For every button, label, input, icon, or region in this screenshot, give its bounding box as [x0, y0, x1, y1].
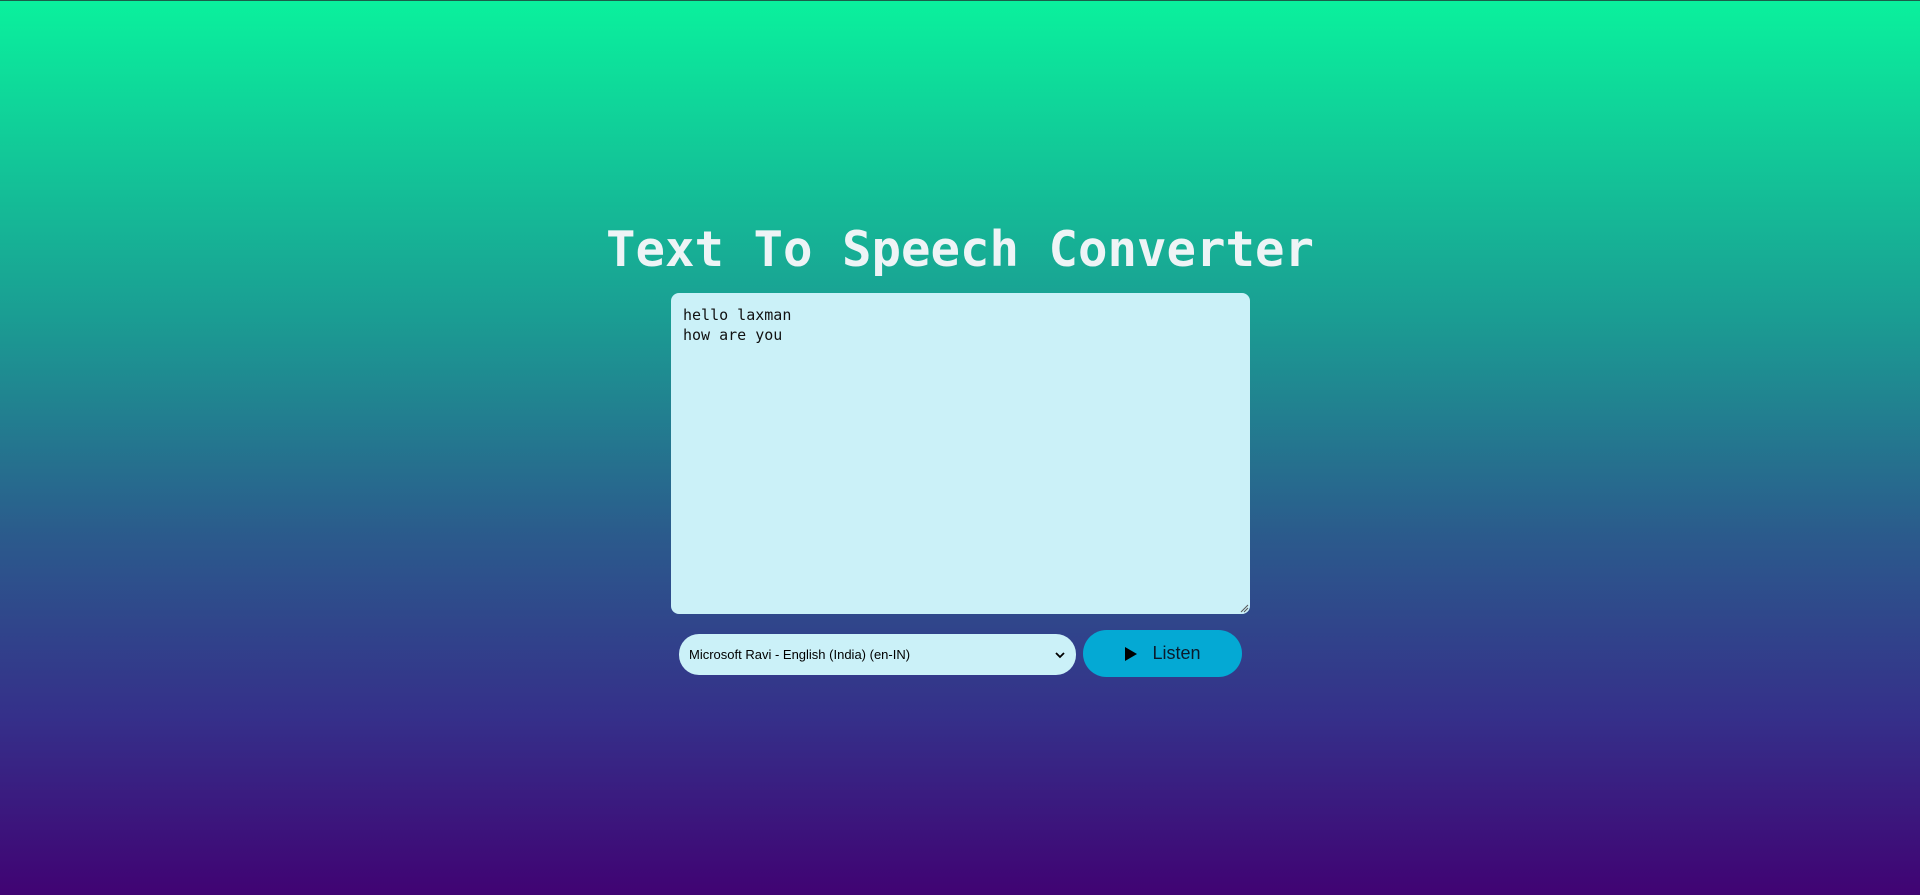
app-container: Text To Speech Converter hello laxman ho…: [0, 0, 1920, 895]
play-icon: [1124, 646, 1138, 662]
chevron-down-icon: [1054, 649, 1066, 661]
listen-button[interactable]: Listen: [1083, 630, 1242, 677]
page-title: Text To Speech Converter: [605, 221, 1314, 278]
voice-select[interactable]: Microsoft Ravi - English (India) (en-IN): [679, 634, 1076, 675]
text-input[interactable]: hello laxman how are you: [671, 293, 1250, 614]
resize-grip-icon[interactable]: [1240, 604, 1249, 613]
listen-button-label: Listen: [1152, 643, 1201, 663]
voice-select-value: Microsoft Ravi - English (India) (en-IN): [689, 647, 911, 662]
